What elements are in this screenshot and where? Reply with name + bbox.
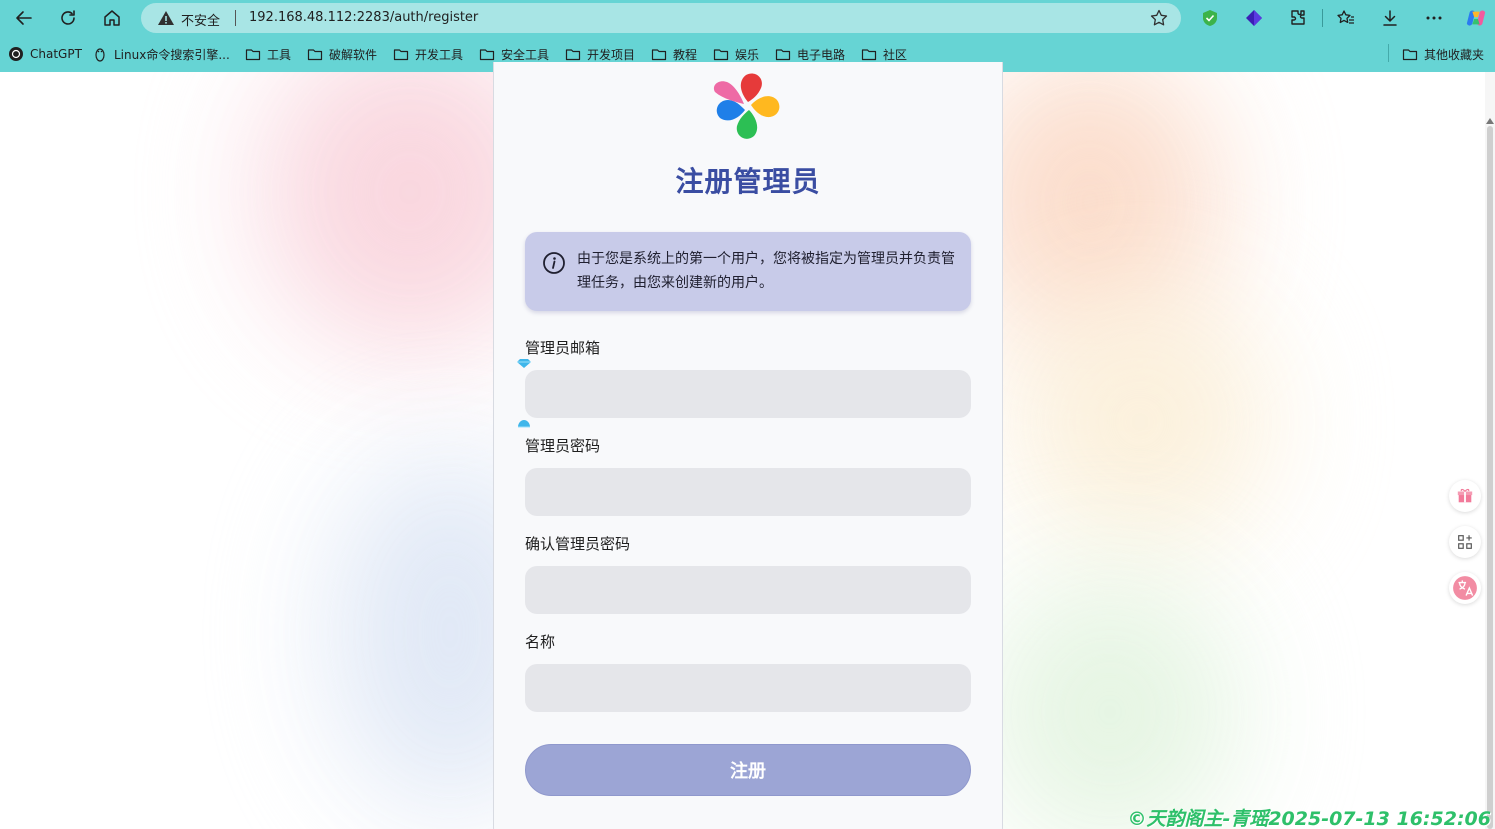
page-title: 注册管理员: [675, 165, 821, 198]
password-field[interactable]: [525, 468, 971, 516]
puzzle-icon: [1291, 10, 1305, 25]
password-label: 管理员密码: [525, 437, 601, 455]
security-label[interactable]: 不安全: [181, 10, 220, 29]
diamond-icon: [1246, 10, 1262, 26]
apps-grid-icon: [1458, 535, 1472, 549]
background-glow: [980, 572, 1240, 829]
linux-penguin-icon: [95, 48, 105, 62]
register-button[interactable]: 注册: [525, 744, 971, 796]
bookmark-folder-dev-projects[interactable]: 开发项目: [565, 45, 635, 63]
email-field[interactable]: [525, 370, 971, 418]
bookmark-label: 工具: [267, 47, 292, 62]
reload-button[interactable]: [54, 4, 82, 32]
folder-icon: [775, 49, 791, 61]
gift-icon: [1457, 488, 1473, 503]
bookmark-label: ChatGPT: [30, 47, 82, 61]
bookmark-chatgpt[interactable]: ChatGPT: [8, 45, 82, 63]
bookmark-folder-tools[interactable]: 工具: [245, 45, 291, 63]
bookmark-folder-security-tools[interactable]: 安全工具: [479, 45, 549, 63]
apps-button[interactable]: [1449, 526, 1481, 558]
home-button[interactable]: [98, 4, 126, 32]
folder-icon: [1402, 49, 1418, 61]
bookmark-folder-cracked-software[interactable]: 破解软件: [307, 45, 377, 63]
first-user-notice: 由于您是系统上的第一个用户，您将被指定为管理员并负责管理任务，由您来创建新的用户…: [525, 232, 971, 311]
bookmark-label: 娱乐: [735, 47, 760, 62]
email-label: 管理员邮箱: [525, 339, 601, 357]
name-label: 名称: [525, 633, 556, 651]
bookmark-label: 教程: [673, 47, 698, 62]
bookmark-folder-community[interactable]: 社区: [861, 45, 907, 63]
folder-icon: [393, 49, 409, 61]
bookmark-linux-search[interactable]: Linux命令搜索引擎...: [92, 45, 230, 63]
app-logo-icon: [713, 73, 780, 139]
translate-icon: [1453, 576, 1477, 600]
more-menu-button[interactable]: [1422, 6, 1446, 30]
folder-icon: [245, 49, 261, 61]
bookmark-label: 社区: [883, 47, 908, 62]
watermark: ©天韵阁主-青瑶2025-07-13 16:52:06: [1127, 808, 1491, 829]
address-bar[interactable]: 不安全 192.168.48.112:2283/auth/register: [141, 3, 1181, 33]
folder-icon: [713, 49, 729, 61]
bookmarks-divider: [1388, 44, 1389, 62]
warning-icon: [158, 11, 174, 25]
back-button[interactable]: [10, 4, 38, 32]
folder-icon: [861, 49, 877, 61]
folder-icon: [479, 49, 495, 61]
bookmark-label: 安全工具: [501, 47, 550, 62]
shield-extension-button[interactable]: [1198, 6, 1222, 30]
bookmark-label: 破解软件: [329, 47, 378, 62]
password-manager-icon[interactable]: [516, 358, 532, 368]
folder-icon: [651, 49, 667, 61]
name-field[interactable]: [525, 664, 971, 712]
confirm-password-label: 确认管理员密码: [525, 535, 631, 553]
scrollbar-thumb[interactable]: [1487, 126, 1493, 829]
confirm-password-field[interactable]: [525, 566, 971, 614]
info-icon: [543, 252, 565, 274]
bookmark-other-favorites[interactable]: 其他收藏夹: [1402, 45, 1484, 63]
bookmark-label: 开发工具: [415, 47, 464, 62]
favorites-button[interactable]: [1334, 6, 1358, 30]
back-arrow-icon: [16, 11, 32, 25]
chatgpt-icon: [9, 47, 23, 61]
scroll-up-arrow-icon[interactable]: [1486, 118, 1494, 124]
address-separator: [235, 10, 236, 26]
bookmark-label: Linux命令搜索引擎...: [114, 47, 230, 62]
favorites-star-icon: [1337, 10, 1354, 24]
copilot-button[interactable]: [1464, 6, 1488, 30]
home-icon: [104, 10, 120, 26]
bookmark-label: 开发项目: [587, 47, 636, 62]
notice-text: 由于您是系统上的第一个用户，您将被指定为管理员并负责管理任务，由您来创建新的用户…: [577, 251, 955, 291]
password-manager-icon[interactable]: [516, 419, 532, 429]
bookmark-folder-entertainment[interactable]: 娱乐: [713, 45, 759, 63]
gem-extension-button[interactable]: [1242, 6, 1266, 30]
more-dots-icon: [1426, 16, 1442, 20]
bookmark-label: 电子电路: [797, 47, 846, 62]
download-icon: [1383, 10, 1397, 26]
gift-button[interactable]: [1449, 480, 1481, 512]
downloads-button[interactable]: [1378, 6, 1402, 30]
translate-button[interactable]: [1449, 572, 1481, 604]
copilot-icon: [1466, 10, 1486, 26]
url-text[interactable]: 192.168.48.112:2283/auth/register: [249, 10, 478, 25]
bookmark-folder-dev-tools[interactable]: 开发工具: [393, 45, 463, 63]
shield-icon: [1203, 10, 1217, 26]
bookmark-folder-tutorials[interactable]: 教程: [651, 45, 697, 63]
browser-toolbar: 不安全 192.168.48.112:2283/auth/register: [0, 0, 1495, 36]
reload-icon: [61, 10, 75, 25]
bookmark-folder-electronics[interactable]: 电子电路: [775, 45, 845, 63]
toolbar-divider: [1322, 9, 1323, 27]
background-glow: [1010, 292, 1270, 552]
bookmark-star-icon[interactable]: [1149, 8, 1169, 28]
folder-icon: [307, 49, 323, 61]
extensions-button[interactable]: [1286, 6, 1310, 30]
folder-icon: [565, 49, 581, 61]
bookmark-label: 其他收藏夹: [1424, 47, 1485, 62]
